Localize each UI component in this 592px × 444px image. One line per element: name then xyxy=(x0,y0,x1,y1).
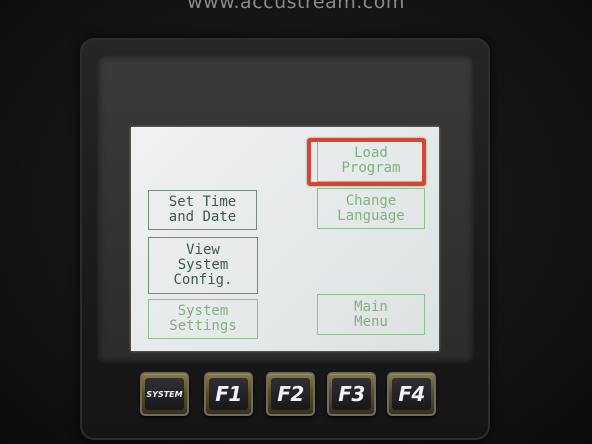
device-photo: www.accustream.com Load Program Set Time… xyxy=(0,0,592,444)
f3-key[interactable]: F3 xyxy=(327,372,376,416)
system-settings-button[interactable]: System Settings xyxy=(148,299,258,339)
view-system-config-button[interactable]: View System Config. xyxy=(148,237,258,294)
highlight-annotation-box xyxy=(307,138,426,186)
f1-key-label: F1 xyxy=(209,378,248,410)
system-key[interactable]: SYSTEM xyxy=(140,372,189,416)
change-language-button[interactable]: Change Language xyxy=(317,188,425,229)
main-menu-button[interactable]: Main Menu xyxy=(317,294,425,335)
system-key-label: SYSTEM xyxy=(145,378,184,410)
f2-key-label: F2 xyxy=(271,378,310,410)
f1-key[interactable]: F1 xyxy=(204,372,253,416)
f4-key[interactable]: F4 xyxy=(387,372,436,416)
f4-key-label: F4 xyxy=(392,378,431,410)
f3-key-label: F3 xyxy=(332,378,371,410)
set-time-date-button[interactable]: Set Time and Date xyxy=(148,190,257,230)
brand-url-text: www.accustream.com xyxy=(187,0,405,13)
f2-key[interactable]: F2 xyxy=(266,372,315,416)
